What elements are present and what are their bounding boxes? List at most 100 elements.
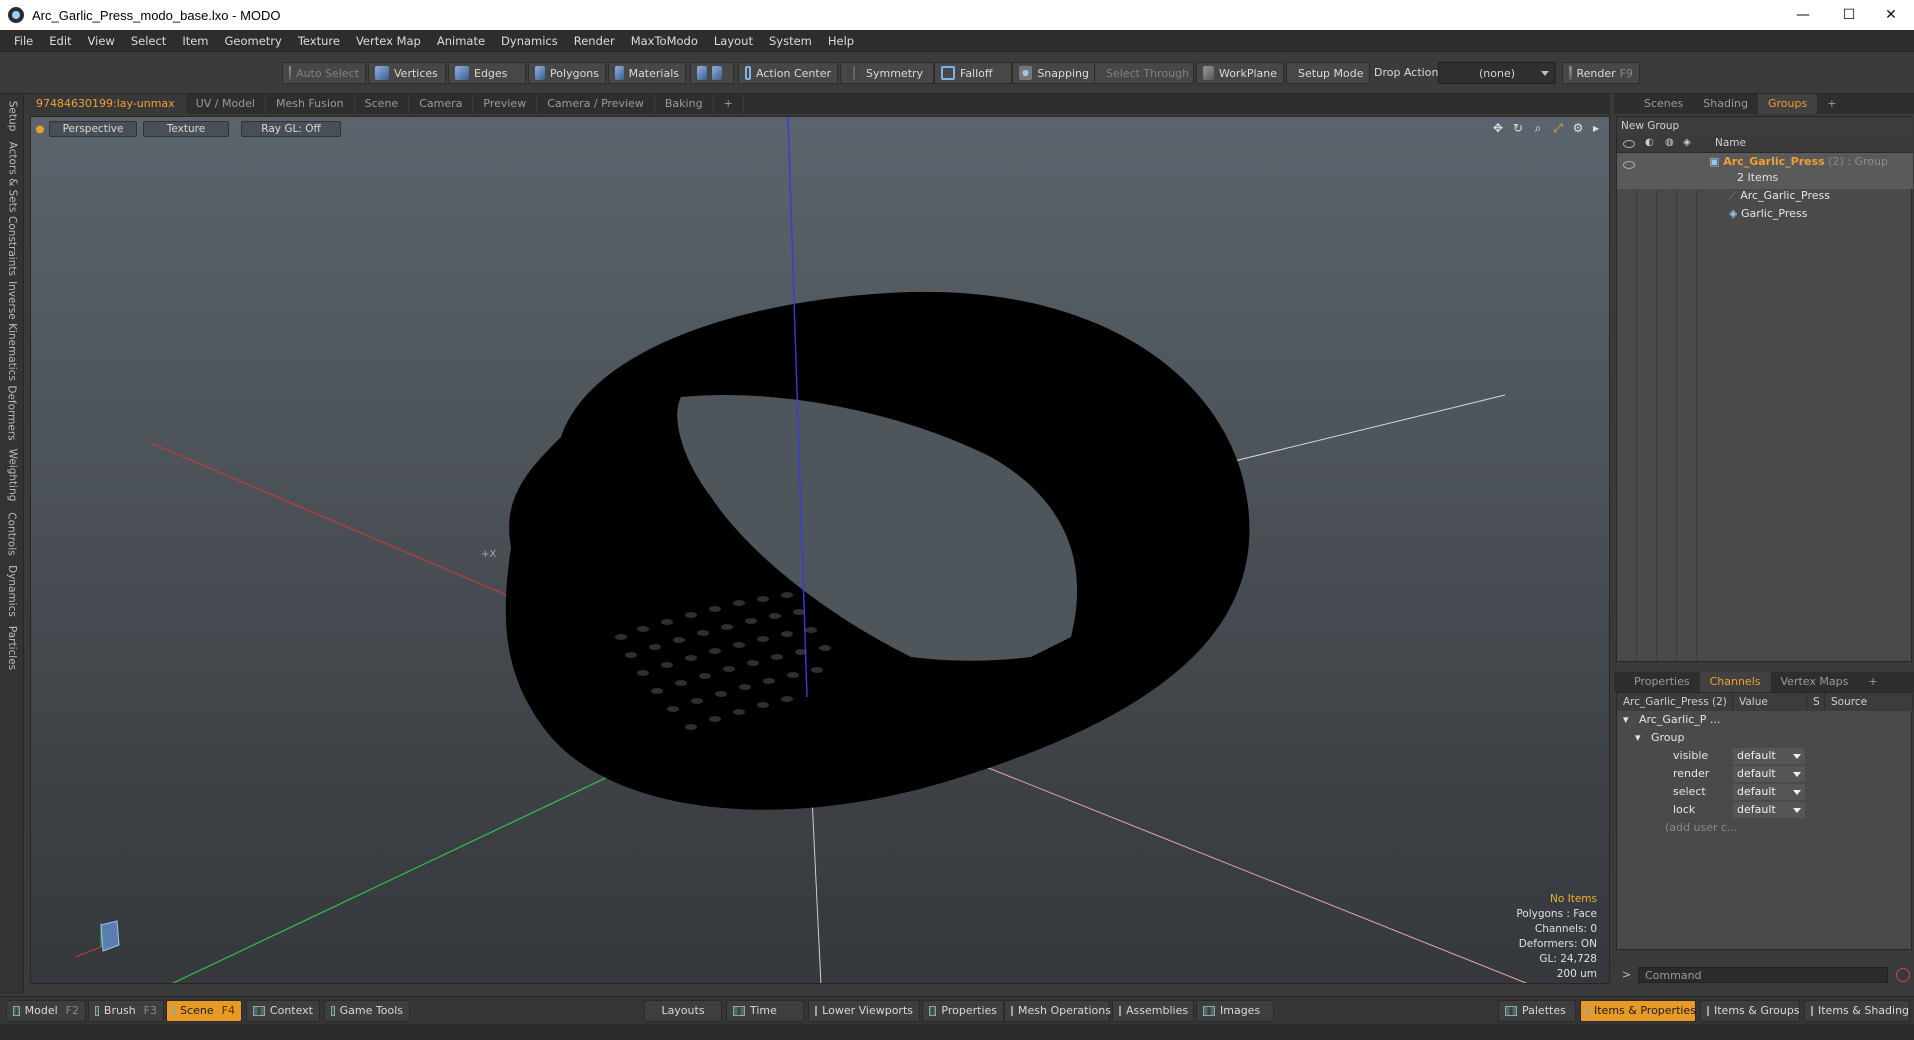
items-groups-button[interactable]: Items & Groups [1700, 1000, 1800, 1022]
assemblies-button[interactable]: Assemblies [1112, 1000, 1194, 1022]
menu-system[interactable]: System [761, 30, 820, 52]
menu-view[interactable]: View [80, 30, 123, 52]
channel-row-render[interactable]: render default [1617, 765, 1913, 783]
workplane-button[interactable]: WorkPlane [1196, 62, 1284, 84]
gear-icon[interactable]: ⚙ [1571, 121, 1585, 135]
group-child-arc[interactable]: ⟋ Arc_Garlic_Press [1729, 187, 1830, 205]
minimize-button[interactable]: — [1780, 0, 1826, 30]
mesh-operations-button[interactable]: Mesh Operations [1004, 1000, 1111, 1022]
menu-geometry[interactable]: Geometry [217, 30, 290, 52]
lock-value-select[interactable]: default [1733, 802, 1805, 818]
tab-dynamics[interactable]: Dynamics [2, 565, 22, 617]
context-layout-button[interactable]: Context [246, 1000, 320, 1022]
game-tools-layout-button[interactable]: Game Tools [324, 1000, 410, 1022]
group-eye-icon[interactable] [1623, 161, 1635, 169]
menu-render[interactable]: Render [566, 30, 623, 52]
fit-view-icon[interactable]: ⤢ [1551, 121, 1565, 135]
expand-arrow-icon[interactable]: ▾ [1635, 729, 1641, 747]
symmetry-button[interactable]: Symmetry [840, 62, 934, 84]
tab-camera-preview[interactable]: Camera / Preview [537, 94, 655, 114]
menu-edit[interactable]: Edit [41, 30, 79, 52]
menu-layout[interactable]: Layout [706, 30, 761, 52]
menu-select[interactable]: Select [123, 30, 174, 52]
images-button[interactable]: Images [1196, 1000, 1274, 1022]
record-icon[interactable] [1896, 968, 1910, 982]
snapping-button[interactable]: Snapping [1012, 62, 1096, 84]
group-child-garlic[interactable]: ◈ Garlic_Press [1729, 205, 1807, 223]
render-value-select[interactable]: default [1733, 766, 1805, 782]
tab-uv-model[interactable]: UV / Model [186, 94, 266, 114]
falloff-button[interactable]: Falloff [934, 62, 1012, 84]
layouts-button[interactable]: Layouts [644, 1000, 722, 1022]
tab-lay-unmax[interactable]: 97484630199:lay-unmax [26, 94, 186, 114]
tab-channels[interactable]: Channels [1699, 672, 1771, 692]
play-icon[interactable]: ▸ [1589, 121, 1603, 135]
render-button[interactable]: Render F9 [1562, 62, 1640, 84]
tab-shading[interactable]: Shading [1693, 94, 1758, 114]
tab-preview[interactable]: Preview [473, 94, 538, 114]
add-property-tab-button[interactable]: + [1858, 672, 1887, 692]
tab-weighting[interactable]: Weighting [2, 449, 22, 502]
tab-scenes[interactable]: Scenes [1634, 94, 1693, 114]
menu-dynamics[interactable]: Dynamics [493, 30, 566, 52]
menu-help[interactable]: Help [820, 30, 862, 52]
menu-maxtomodo[interactable]: MaxToModo [623, 30, 706, 52]
raygl-button[interactable]: Ray GL: Off [241, 121, 341, 137]
palettes-button[interactable]: Palettes [1498, 1000, 1576, 1022]
render-toggle-icon[interactable]: ◐ [1645, 137, 1654, 148]
properties-button[interactable]: Properties [922, 1000, 1004, 1022]
edges-button[interactable]: Edges [448, 62, 526, 84]
model-layout-button[interactable]: Model F2 [6, 1000, 86, 1022]
action-center-button[interactable]: Action Center [738, 62, 838, 84]
materials-button[interactable]: Materials [608, 62, 686, 84]
tab-deformers[interactable]: Deformers [2, 385, 22, 440]
menu-animate[interactable]: Animate [429, 30, 493, 52]
3d-viewport[interactable]: +X ● Perspective Texture Ray GL: Off ✥ ↻… [30, 116, 1610, 984]
zoom-view-icon[interactable]: ⌕ [1531, 121, 1545, 135]
tab-camera[interactable]: Camera [409, 94, 474, 114]
select-through-button[interactable]: Select Through [1094, 62, 1194, 84]
time-button[interactable]: Time [726, 1000, 804, 1022]
tab-baking[interactable]: Baking [655, 94, 714, 114]
rotate-view-icon[interactable]: ↻ [1511, 121, 1525, 135]
eye-icon[interactable] [1623, 140, 1635, 148]
tab-mesh-fusion[interactable]: Mesh Fusion [266, 94, 355, 114]
texture-button[interactable]: Texture [143, 121, 229, 137]
tab-actors-sets[interactable]: Actors & Sets [2, 142, 22, 213]
viewport-menu-icon[interactable]: ● [35, 121, 45, 137]
drop-action-select[interactable]: (none) [1438, 62, 1556, 84]
selection-sets-button[interactable] [690, 62, 734, 84]
select-value-select[interactable]: default [1733, 784, 1805, 800]
channel-row-lock[interactable]: lock default [1617, 801, 1913, 819]
move-view-icon[interactable]: ✥ [1491, 121, 1505, 135]
channel-root-row[interactable]: ▾ Arc_Garlic_P ... [1617, 711, 1913, 729]
expand-arrow-icon[interactable]: ▾ [1623, 711, 1629, 729]
items-shading-button[interactable]: Items & Shading [1804, 1000, 1910, 1022]
tab-inverse-kinematics[interactable]: Inverse Kinematics [2, 281, 22, 381]
tab-constraints[interactable]: Constraints [2, 216, 22, 276]
close-button[interactable]: ✕ [1868, 0, 1914, 30]
visible-value-select[interactable]: default [1733, 748, 1805, 764]
maximize-button[interactable]: ☐ [1826, 0, 1872, 30]
tab-scene[interactable]: Scene [355, 94, 410, 114]
menu-file[interactable]: File [6, 30, 41, 52]
tab-groups[interactable]: Groups [1757, 94, 1818, 114]
select-toggle-icon[interactable]: ◈ [1683, 137, 1691, 148]
brush-layout-button[interactable]: Brush F3 [88, 1000, 164, 1022]
command-input[interactable] [1638, 967, 1888, 983]
tab-setup[interactable]: Setup [2, 98, 22, 134]
perspective-button[interactable]: Perspective [49, 121, 137, 137]
scene-layout-button[interactable]: Scene F4 [166, 1000, 242, 1022]
add-tab-button[interactable]: + [714, 94, 744, 114]
polygons-button[interactable]: Polygons [528, 62, 606, 84]
items-properties-button[interactable]: Items & Properties [1580, 1000, 1696, 1022]
setup-mode-button[interactable]: Setup Mode [1286, 62, 1370, 84]
channel-row-select[interactable]: select default [1617, 783, 1913, 801]
vertices-button[interactable]: Vertices [368, 62, 446, 84]
menu-item[interactable]: Item [174, 30, 216, 52]
new-group-button[interactable]: New Group [1617, 117, 1913, 135]
lower-viewports-button[interactable]: Lower Viewports [808, 1000, 920, 1022]
channel-row-visible[interactable]: visible default [1617, 747, 1913, 765]
tab-controls[interactable]: Controls [2, 512, 22, 556]
lock-icon[interactable]: ◍ [1665, 137, 1674, 148]
